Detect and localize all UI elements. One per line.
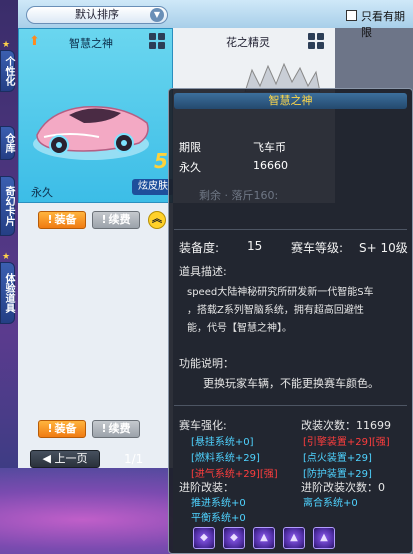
desc-line: ，搭载Z系列智脑系统，拥有超高回避性 — [187, 305, 364, 316]
adv-stat: 推进系统+0 — [191, 498, 246, 509]
car-image — [33, 106, 149, 160]
adv-stat: 平衡系统+0 — [191, 513, 246, 524]
system-stat: [燃料系统+29] — [191, 453, 260, 464]
tier-badge: 5 — [154, 149, 168, 173]
currency-header: 飞车币 — [253, 141, 286, 154]
side-tab-fantasy-card[interactable]: 奇幻卡片 — [0, 176, 15, 236]
exclaim-icon: ! — [101, 213, 107, 226]
renew-button[interactable]: ! 续费 — [92, 211, 140, 229]
equip-label: 装备 — [54, 422, 77, 435]
prev-page-label: 上一页 — [54, 452, 88, 465]
func-title: 功能说明： — [179, 357, 234, 370]
divider — [174, 405, 407, 406]
adv-count: 进阶改装次数：0 — [301, 481, 385, 494]
exclaim-icon: ! — [101, 422, 107, 435]
renew-label: 续费 — [108, 213, 131, 226]
only-timed-label: 只看有期限 — [361, 10, 405, 39]
mod-count: 改装次数：11699 — [301, 419, 391, 432]
page-indicator: 1/1 — [124, 452, 144, 466]
item-tooltip: 智慧之神 期限 飞车币 永久 16660 剩余 · 落斤160: 装备度: 15… — [168, 88, 413, 554]
button-row: ! 装备 ! 续费 ︽ — [18, 205, 173, 239]
gem-slot-icon[interactable]: ◆ — [223, 527, 245, 549]
grid-icon[interactable] — [149, 33, 165, 49]
term-value: 永久 — [179, 161, 201, 174]
equip-degree-value: 15 — [247, 239, 263, 253]
strength-title: 赛车强化: — [179, 419, 227, 432]
car-level-value: S+ 10级 — [359, 241, 408, 255]
gem-slot-icon[interactable]: ▲ — [253, 527, 275, 549]
chevron-down-icon[interactable]: ▼ — [150, 8, 164, 22]
func-line: 更换玩家车辆，不能更换赛车颜色。 — [203, 377, 379, 390]
side-tab-warehouse[interactable]: 仓库 — [0, 126, 15, 160]
tooltip-title: 智慧之神 — [174, 93, 407, 109]
system-stat: [防护装置+29] — [303, 469, 372, 480]
pager: ◀ 上一页 1/1 — [30, 450, 173, 468]
divider — [174, 229, 407, 230]
star-icon: ★ — [2, 40, 11, 50]
car-card-selected[interactable]: ⬆ 智慧之神 5 永久 炫皮肤 — [18, 28, 174, 203]
desc-line: 能，代号【智慧之神】。 — [187, 323, 292, 334]
grid-icon[interactable] — [308, 33, 324, 49]
equip-degree-label: 装备度: — [179, 241, 220, 255]
system-stat: [点火装置+29] — [303, 453, 372, 464]
faint-text: 剩余 · 落斤160: — [199, 189, 279, 202]
prev-page-button[interactable]: ◀ 上一页 — [30, 450, 100, 468]
adv-stat: 离合系统+0 — [303, 498, 358, 509]
side-tab-personalize[interactable]: 个性化 — [0, 50, 15, 92]
car-card-title: 智慧之神 — [69, 37, 113, 50]
system-stat: [悬挂系统+0] — [191, 437, 254, 448]
car-card-duration: 永久 — [31, 186, 53, 199]
system-stat: [进气系统+29][强] — [191, 469, 278, 480]
renew-button[interactable]: ! 续费 — [92, 420, 140, 438]
exclaim-icon: ! — [47, 213, 53, 226]
equip-button[interactable]: ! 装备 — [38, 420, 86, 438]
equip-button[interactable]: ! 装备 — [38, 211, 86, 229]
desc-line: speed大陆神秘研究所研发新一代智能S车 — [187, 287, 374, 298]
sort-dropdown[interactable]: 默认排序 — [26, 6, 168, 24]
term-header: 期限 — [179, 141, 201, 154]
price-value: 16660 — [253, 159, 288, 172]
system-stat: [引擎装置+29][强] — [303, 437, 390, 448]
renew-label: 续费 — [108, 422, 131, 435]
side-tab-trial-items[interactable]: 体验道具 — [0, 262, 15, 324]
gem-slot-icon[interactable]: ◆ — [193, 527, 215, 549]
exclaim-icon: ! — [47, 422, 53, 435]
equip-label: 装备 — [54, 213, 77, 226]
button-row: ! 装备 ! 续费 — [18, 414, 173, 448]
desc-title: 道具描述: — [179, 265, 227, 278]
gem-slot-icon[interactable]: ▲ — [283, 527, 305, 549]
only-timed-checkbox[interactable] — [346, 10, 357, 21]
car-card-2-title: 花之精灵 — [226, 36, 270, 49]
car-level-label: 赛车等级: — [291, 241, 344, 255]
arrow-up-icon: ⬆ — [29, 34, 40, 49]
chevron-up-icon[interactable]: ︽ — [148, 211, 166, 229]
adv-title: 进阶改装： — [179, 481, 234, 494]
gem-slot-icon[interactable]: ▲ — [313, 527, 335, 549]
chevron-left-icon: ◀ — [42, 452, 55, 465]
star-icon: ★ — [2, 252, 11, 262]
